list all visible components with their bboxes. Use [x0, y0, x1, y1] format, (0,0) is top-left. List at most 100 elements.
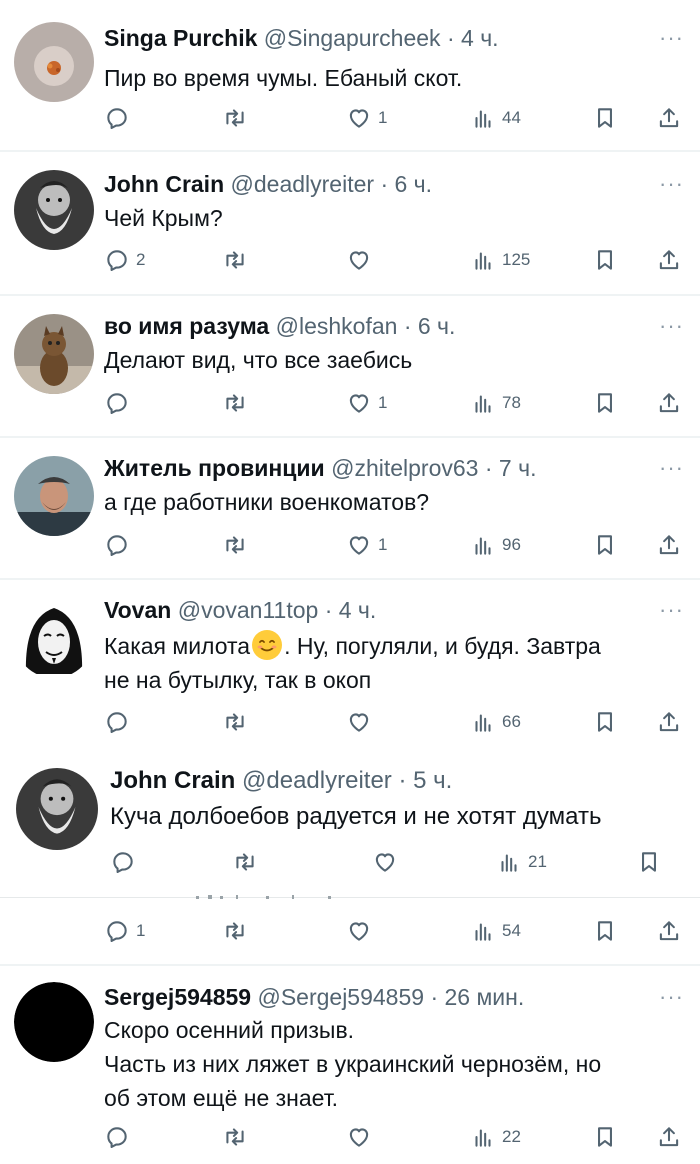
reply-button[interactable]: [104, 707, 136, 737]
reply-button[interactable]: [110, 847, 142, 877]
author-name[interactable]: Житель провинции: [104, 455, 325, 481]
views-button[interactable]: 21: [496, 847, 547, 877]
more-options-icon[interactable]: ···: [659, 27, 684, 49]
retweet-button[interactable]: [222, 530, 248, 560]
post-text-part: Какая милота: [104, 633, 251, 659]
more-options-icon[interactable]: ···: [659, 315, 684, 337]
post-time[interactable]: 5 ч.: [413, 767, 452, 794]
share-button[interactable]: [656, 388, 682, 418]
post-time[interactable]: 4 ч.: [339, 597, 377, 623]
share-button[interactable]: [656, 103, 682, 133]
views-button[interactable]: 78: [470, 388, 521, 418]
author-handle[interactable]: @Sergej594859: [257, 984, 424, 1010]
post-3[interactable]: во имя разума @leshkofan · 6 ч. ··· Дела…: [0, 296, 700, 436]
author-name[interactable]: во имя разума: [104, 313, 269, 339]
views-icon: [470, 709, 496, 735]
views-button[interactable]: 96: [470, 530, 521, 560]
bookmark-button[interactable]: [592, 388, 618, 418]
post-7-actions-fragment[interactable]: 1 54: [0, 900, 700, 964]
like-icon: [346, 1124, 372, 1150]
bookmark-button[interactable]: [592, 916, 618, 946]
views-icon: [470, 918, 496, 944]
post-time[interactable]: 7 ч.: [499, 455, 537, 481]
like-button[interactable]: [372, 847, 404, 877]
avatar[interactable]: [14, 456, 94, 536]
share-button[interactable]: [656, 707, 682, 737]
author-handle[interactable]: @vovan11top: [178, 597, 319, 623]
share-button[interactable]: [656, 530, 682, 560]
author-handle[interactable]: @leshkofan: [276, 313, 398, 339]
retweet-button[interactable]: [222, 707, 248, 737]
author-name[interactable]: Singa Purchik: [104, 25, 257, 51]
retweet-button[interactable]: [232, 847, 258, 877]
post-time[interactable]: 4 ч.: [461, 25, 499, 51]
author-handle[interactable]: @deadlyreiter: [231, 171, 375, 197]
reply-button[interactable]: [104, 530, 136, 560]
author-handle[interactable]: @zhitelprov63: [331, 455, 478, 481]
like-button[interactable]: 1: [346, 530, 387, 560]
bookmark-button[interactable]: [592, 245, 618, 275]
reply-button[interactable]: [104, 1122, 136, 1152]
share-button[interactable]: [656, 1122, 682, 1152]
views-button[interactable]: 125: [470, 245, 530, 275]
avatar[interactable]: [14, 170, 94, 250]
like-button[interactable]: 1: [346, 103, 387, 133]
avatar[interactable]: [14, 598, 94, 678]
retweet-button[interactable]: [222, 103, 248, 133]
share-button[interactable]: [656, 245, 682, 275]
avatar[interactable]: [14, 314, 94, 394]
bookmark-button[interactable]: [636, 847, 662, 877]
like-button[interactable]: [346, 1122, 378, 1152]
post-5[interactable]: Vovan @vovan11top · 4 ч. ··· Какая милот…: [0, 580, 700, 758]
post-time[interactable]: 6 ч.: [395, 171, 433, 197]
retweet-button[interactable]: [222, 1122, 248, 1152]
bookmark-button[interactable]: [592, 1122, 618, 1152]
avatar[interactable]: [14, 22, 94, 102]
more-options-icon[interactable]: ···: [659, 986, 684, 1008]
bookmark-button[interactable]: [592, 707, 618, 737]
views-count: 54: [502, 921, 521, 940]
share-icon: [656, 247, 682, 273]
more-options-icon[interactable]: ···: [659, 457, 684, 479]
retweet-button[interactable]: [222, 245, 248, 275]
post-time[interactable]: 6 ч.: [418, 313, 456, 339]
author-name[interactable]: John Crain: [110, 767, 235, 794]
reply-count: 1: [136, 921, 146, 940]
bookmark-button[interactable]: [592, 103, 618, 133]
avatar[interactable]: [16, 768, 98, 850]
like-button[interactable]: [346, 707, 378, 737]
views-count: 21: [528, 852, 547, 871]
author-handle[interactable]: @Singapurcheek: [264, 25, 441, 51]
reply-button[interactable]: [104, 388, 136, 418]
views-button[interactable]: 22: [470, 1122, 521, 1152]
views-button[interactable]: 44: [470, 103, 521, 133]
post-time[interactable]: 26 мин.: [445, 984, 525, 1010]
post-4[interactable]: Житель провинции @zhitelprov63 · 7 ч. ··…: [0, 438, 700, 578]
share-button[interactable]: [656, 916, 682, 946]
like-button[interactable]: 1: [346, 388, 387, 418]
like-button[interactable]: [346, 245, 378, 275]
retweet-button[interactable]: [222, 916, 248, 946]
post-6[interactable]: John Crain @deadlyreiter · 5 ч. Куча дол…: [0, 758, 700, 890]
author-name[interactable]: Vovan: [104, 597, 171, 623]
post-1[interactable]: Singa Purchik @Singapurcheek · 4 ч. ··· …: [0, 0, 700, 150]
views-button[interactable]: 54: [470, 916, 521, 946]
author-name[interactable]: Sergej594859: [104, 984, 251, 1010]
author-name[interactable]: John Crain: [104, 171, 224, 197]
reply-button[interactable]: 2: [104, 245, 145, 275]
reply-button[interactable]: [104, 103, 136, 133]
more-options-icon[interactable]: ···: [659, 173, 684, 195]
retweet-button[interactable]: [222, 388, 248, 418]
author-handle[interactable]: @deadlyreiter: [242, 767, 392, 794]
more-options-icon[interactable]: ···: [659, 599, 684, 621]
views-count: 22: [502, 1127, 521, 1146]
share-icon: [656, 709, 682, 735]
views-button[interactable]: 66: [470, 707, 521, 737]
reply-button[interactable]: 1: [104, 916, 145, 946]
post-8[interactable]: Sergej594859 @Sergej594859 · 26 мин. ···…: [0, 966, 700, 1164]
post-text: Какая милота . Ну, погуляли, и будя. Завт…: [104, 629, 686, 697]
bookmark-button[interactable]: [592, 530, 618, 560]
post-2[interactable]: John Crain @deadlyreiter · 6 ч. ··· Чей …: [0, 152, 700, 294]
like-button[interactable]: [346, 916, 378, 946]
avatar[interactable]: [14, 982, 94, 1062]
